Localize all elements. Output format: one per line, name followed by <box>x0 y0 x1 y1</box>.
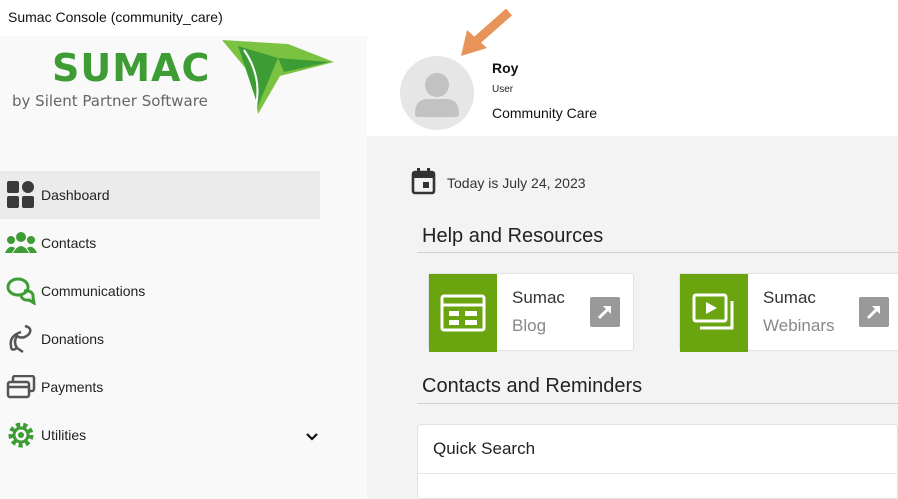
external-link-icon[interactable] <box>590 297 620 327</box>
sidebar-item-label: Donations <box>41 331 105 347</box>
sidebar-item-communications[interactable]: Communications <box>0 267 320 315</box>
panel-divider <box>418 473 898 474</box>
sidebar-item-label: Contacts <box>41 235 97 251</box>
quick-search-panel: Quick Search <box>417 424 898 499</box>
sidebar-item-donations[interactable]: Donations <box>0 315 320 363</box>
contacts-reminders-heading: Contacts and Reminders <box>422 375 643 397</box>
sidebar-item-label: Communications <box>41 283 146 299</box>
user-organization: Community Care <box>492 105 598 121</box>
gear-icon <box>4 419 38 451</box>
sidebar-item-label: Payments <box>41 379 104 395</box>
leaf-logo-icon <box>222 40 334 114</box>
sidebar-item-payments[interactable]: Payments <box>0 363 320 411</box>
user-role: User <box>492 84 514 95</box>
calendar-icon <box>411 167 437 200</box>
people-icon <box>4 227 38 259</box>
user-placeholder-icon <box>415 73 459 117</box>
section-divider <box>417 252 898 253</box>
video-icon <box>680 274 748 352</box>
resource-card-webinars[interactable]: Sumac Webinars <box>679 273 898 352</box>
window-title: Sumac Console (community_care) <box>8 9 223 25</box>
resource-card-blog[interactable]: Sumac Blog <box>428 273 634 352</box>
today-text: Today is July 24, 2023 <box>447 175 586 191</box>
payments-icon <box>4 371 38 403</box>
sidebar-item-contacts[interactable]: Contacts <box>0 219 320 267</box>
logo-wordmark: SUMAC <box>52 46 211 90</box>
avatar[interactable] <box>400 56 474 130</box>
today-date: Today is July 24, 2023 <box>411 167 586 200</box>
resource-title: Sumac <box>763 288 816 307</box>
sumac-logo[interactable]: SUMAC by Silent Partner Software <box>10 36 340 116</box>
sidebar-item-label: Dashboard <box>41 187 110 203</box>
quick-search-title: Quick Search <box>433 439 536 458</box>
resource-subtitle: Webinars <box>763 316 835 335</box>
sidebar-item-dashboard[interactable]: Dashboard <box>0 171 320 219</box>
external-link-icon[interactable] <box>859 297 889 327</box>
dashboard-icon <box>4 179 38 211</box>
sidebar-item-label: Utilities <box>41 427 87 443</box>
chevron-down-icon[interactable] <box>306 428 318 444</box>
profile-panel: Roy User Community Care <box>367 36 898 136</box>
logo-tagline: by Silent Partner Software <box>12 92 208 110</box>
chat-icon <box>4 275 38 307</box>
user-name: Roy <box>492 60 519 76</box>
annotation-arrow-icon <box>461 8 512 56</box>
donation-icon <box>4 323 38 355</box>
help-resources-heading: Help and Resources <box>422 225 604 247</box>
window-titlebar: Sumac Console (community_care) <box>0 0 898 36</box>
sidebar-item-utilities[interactable]: Utilities <box>0 411 320 459</box>
resource-subtitle: Blog <box>512 316 547 335</box>
section-divider <box>417 403 898 404</box>
sidebar-nav: Dashboard Contacts Communications Donati… <box>0 171 320 459</box>
resource-title: Sumac <box>512 288 565 307</box>
blog-icon <box>429 274 497 352</box>
